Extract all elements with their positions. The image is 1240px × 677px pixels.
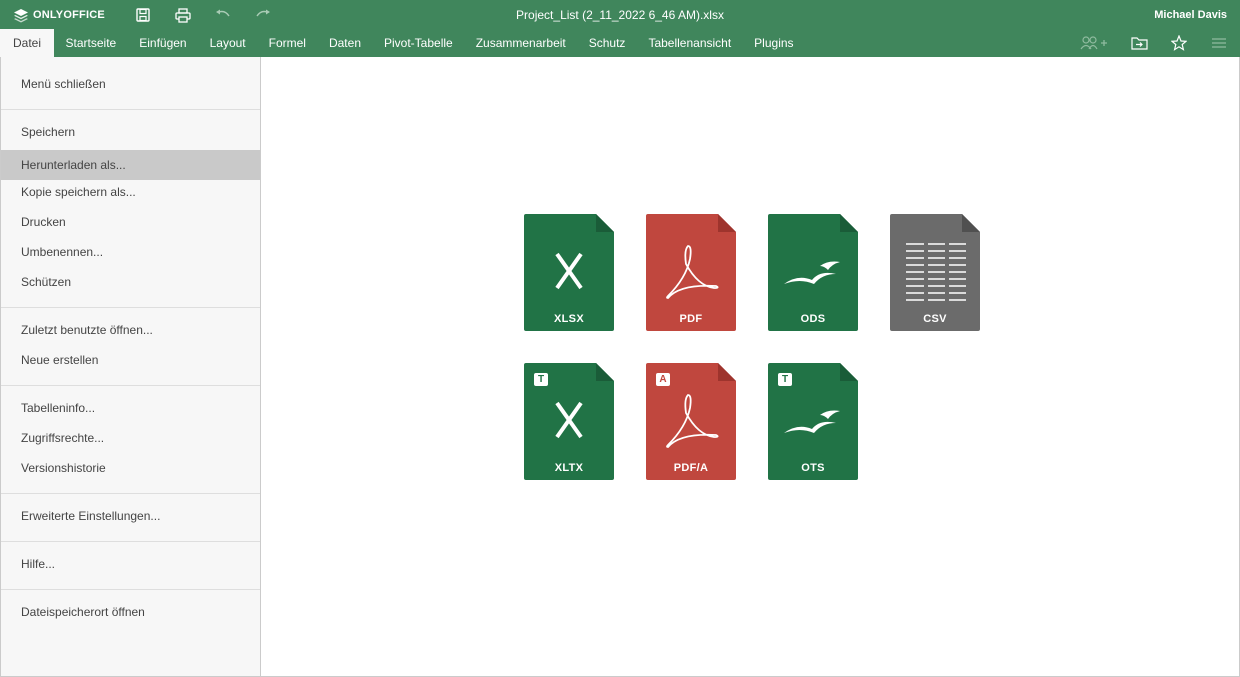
format-pdfa[interactable]: A PDF/A bbox=[646, 363, 736, 480]
open-location-button[interactable] bbox=[1130, 33, 1148, 53]
menu-rename[interactable]: Umbenennen... bbox=[1, 237, 260, 267]
format-label: OTS bbox=[801, 462, 825, 474]
format-ods[interactable]: ODS bbox=[768, 214, 858, 331]
folder-arrow-icon bbox=[1130, 37, 1148, 50]
format-ots[interactable]: T OTS bbox=[768, 363, 858, 480]
menu-access-rights[interactable]: Zugriffsrechte... bbox=[1, 423, 260, 453]
menu-save[interactable]: Speichern bbox=[1, 117, 260, 147]
user-name[interactable]: Michael Davis bbox=[1154, 9, 1227, 21]
template-badge: T bbox=[778, 373, 792, 386]
menu-spreadsheet-info[interactable]: Tabelleninfo... bbox=[1, 393, 260, 423]
star-icon bbox=[1171, 35, 1187, 51]
format-label: XLSX bbox=[554, 313, 584, 325]
menu-save-copy-as[interactable]: Kopie speichern als... bbox=[1, 177, 260, 207]
format-xlsx[interactable]: XLSX bbox=[524, 214, 614, 331]
format-pdf[interactable]: PDF bbox=[646, 214, 736, 331]
header-right-tools bbox=[0, 33, 1240, 53]
menu-protect[interactable]: Schützen bbox=[1, 267, 260, 297]
menu-advanced-settings[interactable]: Erweiterte Einstellungen... bbox=[1, 501, 260, 531]
download-formats-panel: XLSX PDF ODS CSV T XLTX A PDF/A T OTS bbox=[261, 57, 1240, 677]
menu-separator bbox=[1, 493, 260, 494]
hamburger-menu-icon bbox=[1212, 38, 1226, 48]
title-bar: ONLYOFFICE Project_List (2_11_2022 6_46 … bbox=[0, 0, 1240, 29]
app-header: ONLYOFFICE Project_List (2_11_2022 6_46 … bbox=[0, 0, 1240, 57]
format-xltx[interactable]: T XLTX bbox=[524, 363, 614, 480]
menu-separator bbox=[1, 541, 260, 542]
template-badge: T bbox=[534, 373, 548, 386]
menu-separator bbox=[1, 385, 260, 386]
more-menu-button[interactable] bbox=[1210, 33, 1228, 53]
menu-print[interactable]: Drucken bbox=[1, 207, 260, 237]
menu-help[interactable]: Hilfe... bbox=[1, 549, 260, 579]
menu-download-as[interactable]: Herunterladen als... bbox=[1, 150, 260, 180]
add-user-icon bbox=[1080, 36, 1107, 50]
format-label: ODS bbox=[800, 313, 826, 325]
menu-open-file-location[interactable]: Dateispeicherort öffnen bbox=[1, 597, 260, 627]
archive-badge: A bbox=[656, 373, 670, 386]
format-csv[interactable]: CSV bbox=[890, 214, 980, 331]
menu-separator bbox=[1, 307, 260, 308]
share-button[interactable] bbox=[1080, 33, 1108, 53]
file-side-menu: Menü schließen Speichern Herunterladen a… bbox=[0, 57, 261, 677]
menu-create-new[interactable]: Neue erstellen bbox=[1, 345, 260, 375]
format-label: PDF/A bbox=[673, 462, 709, 474]
menu-separator bbox=[1, 109, 260, 110]
menu-open-recent[interactable]: Zuletzt benutzte öffnen... bbox=[1, 315, 260, 345]
menu-version-history[interactable]: Versionshistorie bbox=[1, 453, 260, 483]
menu-close[interactable]: Menü schließen bbox=[1, 69, 260, 99]
format-label: CSV bbox=[923, 313, 947, 325]
format-label: PDF bbox=[679, 313, 703, 325]
document-title: Project_List (2_11_2022 6_46 AM).xlsx bbox=[516, 8, 724, 22]
format-label: XLTX bbox=[554, 462, 584, 474]
favorite-button[interactable] bbox=[1170, 33, 1188, 53]
menu-separator bbox=[1, 589, 260, 590]
